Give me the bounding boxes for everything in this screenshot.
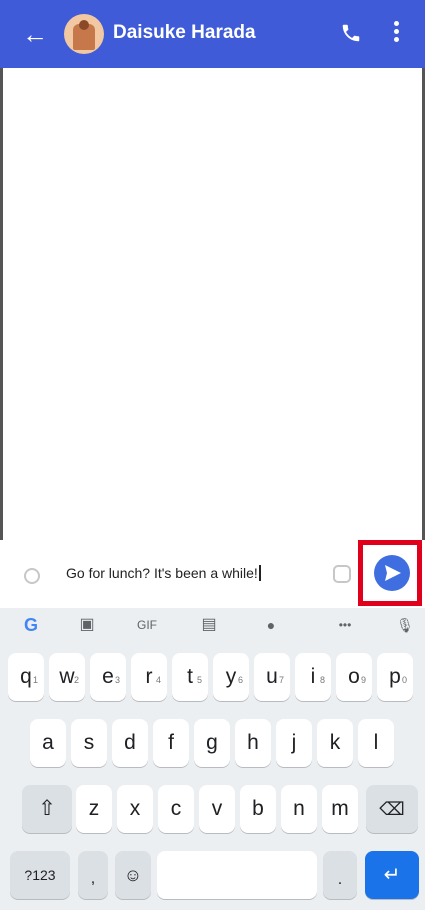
palette-icon[interactable]: ● <box>258 610 284 640</box>
key-d[interactable]: d <box>112 719 148 767</box>
key-hint: 2 <box>73 675 79 685</box>
key-z[interactable]: z <box>76 785 112 833</box>
key-hint: 0 <box>401 675 407 685</box>
key-hint: 5 <box>196 675 202 685</box>
contact-name[interactable]: Daisuke Harada <box>113 22 256 44</box>
sticker-icon[interactable] <box>333 565 351 583</box>
key-label: h <box>247 731 259 754</box>
key-label: o <box>348 665 360 688</box>
key-hint: 6 <box>237 675 243 685</box>
back-button[interactable]: ← <box>22 20 48 48</box>
space-key[interactable] <box>157 851 317 899</box>
key-x[interactable]: x <box>117 785 153 833</box>
key-label: k <box>329 731 341 754</box>
key-label: e <box>102 665 114 688</box>
key-label: i <box>310 665 316 688</box>
emoji-key[interactable]: ☺ <box>115 851 151 899</box>
period-key[interactable]: . <box>323 851 357 899</box>
phone-icon[interactable] <box>340 22 362 44</box>
key-i[interactable]: i8 <box>295 653 331 701</box>
key-label: p <box>389 665 401 688</box>
key-label: j <box>291 731 297 754</box>
key-label: z <box>88 797 100 820</box>
key-label: y <box>225 665 237 688</box>
key-e[interactable]: e3 <box>90 653 126 701</box>
key-o[interactable]: o9 <box>336 653 372 701</box>
enter-key[interactable]: ↵ <box>365 851 419 899</box>
key-label: a <box>42 731 54 754</box>
comma-key[interactable]: , <box>78 851 108 899</box>
key-label: r <box>145 665 153 688</box>
key-hint: 1 <box>32 675 38 685</box>
key-hint: 3 <box>114 675 120 685</box>
translate-icon[interactable]: ▤ <box>196 610 222 640</box>
key-h[interactable]: h <box>235 719 271 767</box>
key-label: s <box>83 731 95 754</box>
emoji-button-icon[interactable] <box>24 568 40 584</box>
key-q[interactable]: q1 <box>8 653 44 701</box>
key-y[interactable]: y6 <box>213 653 249 701</box>
key-label: d <box>124 731 136 754</box>
send-highlight <box>358 540 422 606</box>
more-options-icon[interactable]: ••• <box>330 610 360 640</box>
key-hint: 4 <box>155 675 161 685</box>
key-g[interactable]: g <box>194 719 230 767</box>
key-label: c <box>170 797 182 820</box>
key-label: n <box>293 797 305 820</box>
key-u[interactable]: u7 <box>254 653 290 701</box>
key-s[interactable]: s <box>71 719 107 767</box>
send-icon <box>385 565 401 581</box>
text-cursor <box>258 565 261 581</box>
send-button[interactable] <box>374 555 410 591</box>
key-m[interactable]: m <box>322 785 358 833</box>
message-text: Go for lunch? It's been a while! <box>66 565 258 581</box>
key-label: u <box>266 665 278 688</box>
shift-key[interactable]: ⇧ <box>22 785 72 833</box>
more-vert-icon[interactable] <box>392 18 400 46</box>
key-t[interactable]: t5 <box>172 653 208 701</box>
key-l[interactable]: l <box>358 719 394 767</box>
key-p[interactable]: p0 <box>377 653 413 701</box>
key-k[interactable]: k <box>317 719 353 767</box>
key-label: f <box>168 731 174 754</box>
backspace-key[interactable]: ⌫ <box>366 785 418 833</box>
key-label: q <box>20 665 32 688</box>
key-label: m <box>331 797 349 820</box>
key-v[interactable]: v <box>199 785 235 833</box>
app-bar: ← Daisuke Harada <box>0 0 425 68</box>
key-w[interactable]: w2 <box>49 653 85 701</box>
key-label: w <box>59 665 75 688</box>
key-r[interactable]: r4 <box>131 653 167 701</box>
key-b[interactable]: b <box>240 785 276 833</box>
contact-avatar[interactable] <box>64 14 104 54</box>
message-input[interactable]: Go for lunch? It's been a while! <box>66 565 261 581</box>
key-c[interactable]: c <box>158 785 194 833</box>
key-label: l <box>373 731 379 754</box>
key-hint: 7 <box>278 675 284 685</box>
symbols-key[interactable]: ?123 <box>10 851 70 899</box>
key-label: b <box>252 797 264 820</box>
key-hint: 9 <box>360 675 366 685</box>
key-j[interactable]: j <box>276 719 312 767</box>
key-hint: 8 <box>319 675 325 685</box>
mic-icon[interactable]: 🎙 <box>392 610 418 640</box>
avatar-head <box>79 20 89 30</box>
key-label: g <box>206 731 218 754</box>
clipboard-icon[interactable]: ▣ <box>74 610 100 640</box>
key-label: t <box>187 665 193 688</box>
key-a[interactable]: a <box>30 719 66 767</box>
key-f[interactable]: f <box>153 719 189 767</box>
key-label: v <box>211 797 223 820</box>
key-n[interactable]: n <box>281 785 317 833</box>
google-icon[interactable]: G <box>18 610 44 640</box>
gif-button[interactable]: GIF <box>132 610 162 640</box>
key-label: x <box>129 797 141 820</box>
